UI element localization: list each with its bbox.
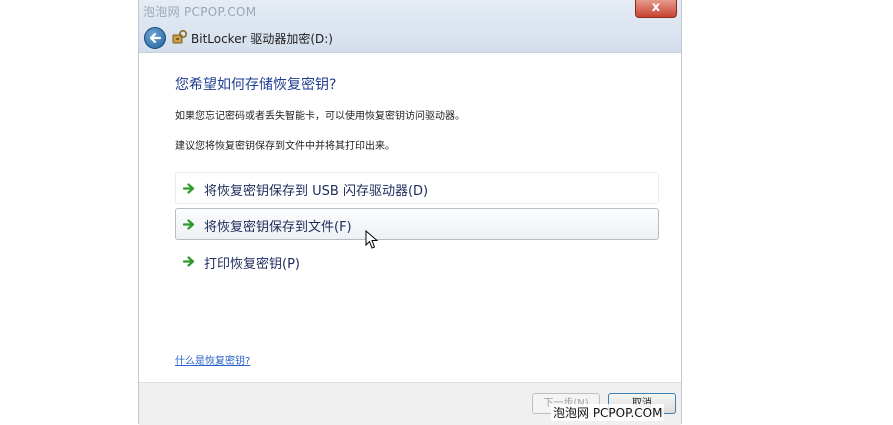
option-print-key[interactable]: 打印恢复密钥(P) bbox=[175, 245, 659, 277]
watermark-top: 泡泡网 PCPOP.COM bbox=[143, 5, 257, 19]
bitlocker-wizard-window: 泡泡网 PCPOP.COM x BitLocker 驱动器加密(D:) 您希望如… bbox=[138, 0, 682, 425]
page-heading: 您希望如何存储恢复密钥? bbox=[175, 77, 337, 93]
option-label: 打印恢复密钥(P) bbox=[204, 257, 300, 272]
title-bar: 泡泡网 PCPOP.COM x BitLocker 驱动器加密(D:) bbox=[139, 0, 681, 53]
back-arrow-icon bbox=[149, 32, 162, 44]
green-arrow-icon bbox=[183, 256, 195, 267]
option-save-to-usb[interactable]: 将恢复密钥保存到 USB 闪存驱动器(D) bbox=[175, 172, 659, 204]
green-arrow-icon bbox=[183, 183, 195, 194]
option-save-to-file[interactable]: 将恢复密钥保存到文件(F) bbox=[175, 208, 659, 240]
window-title: BitLocker 驱动器加密(D:) bbox=[191, 32, 333, 46]
what-is-recovery-key-link[interactable]: 什么是恢复密钥? bbox=[175, 352, 250, 367]
wizard-content: 您希望如何存储恢复密钥? 如果您忘记密码或者丢失智能卡，可以使用恢复密钥访问驱动… bbox=[139, 53, 681, 382]
description-recommendation: 建议您将恢复密钥保存到文件中并将其打印出来。 bbox=[175, 141, 395, 152]
bitlocker-key-icon bbox=[172, 29, 188, 44]
watermark-bottom: 泡泡网 PCPOP.COM bbox=[551, 404, 665, 421]
green-arrow-icon bbox=[183, 219, 195, 230]
description-forgot-password: 如果您忘记密码或者丢失智能卡，可以使用恢复密钥访问驱动器。 bbox=[175, 111, 465, 122]
wizard-footer: 下一步(N) 取消 泡泡网 PCPOP.COM bbox=[139, 382, 681, 425]
option-label: 将恢复密钥保存到 USB 闪存驱动器(D) bbox=[204, 184, 429, 199]
close-button[interactable]: x bbox=[635, 0, 677, 18]
back-button[interactable] bbox=[144, 27, 166, 49]
option-label: 将恢复密钥保存到文件(F) bbox=[204, 220, 352, 235]
mouse-cursor-icon bbox=[365, 230, 378, 249]
